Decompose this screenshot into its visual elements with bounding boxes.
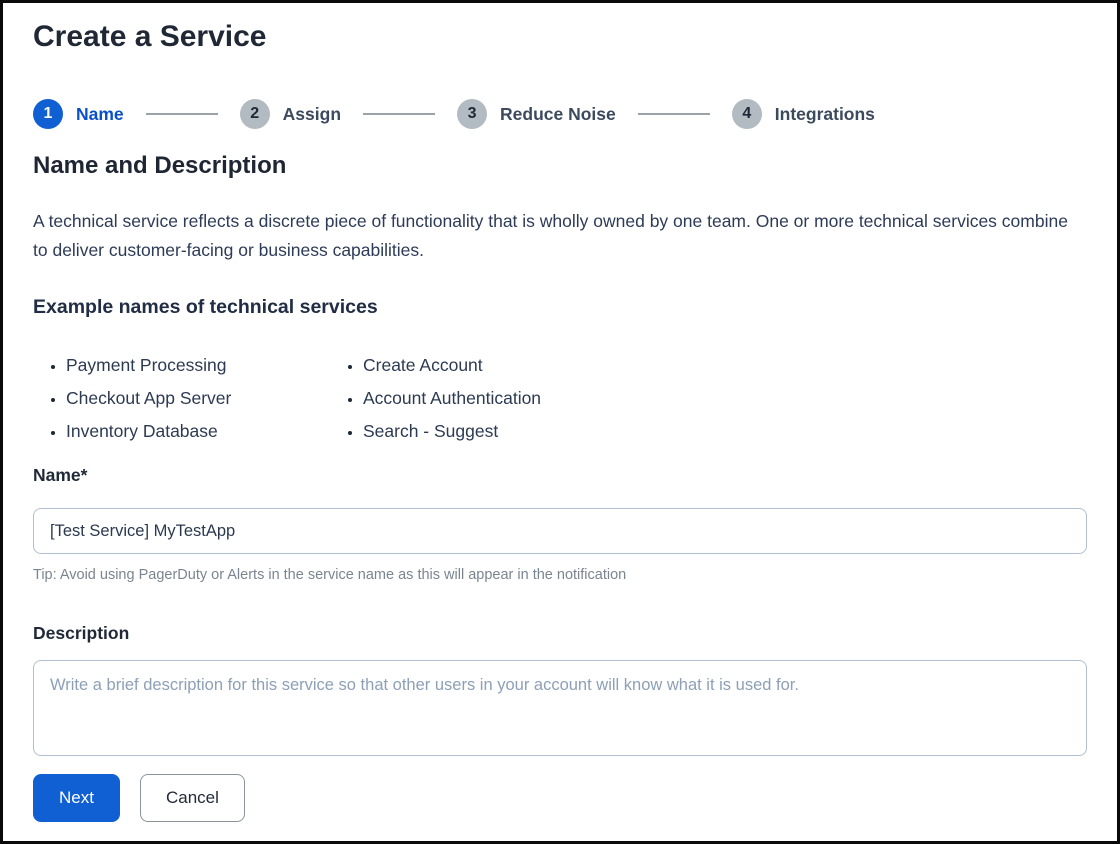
name-tip: Tip: Avoid using PagerDuty or Alerts in …	[33, 566, 1087, 584]
list-item: Search - Suggest	[363, 415, 541, 448]
step-integrations: 4 Integrations	[732, 99, 875, 129]
step-2-label: Assign	[283, 104, 341, 125]
step-connector	[146, 113, 218, 115]
step-2-circle: 2	[240, 99, 270, 129]
examples-heading: Example names of technical services	[33, 295, 1087, 319]
page-title: Create a Service	[33, 19, 1087, 55]
list-item: Account Authentication	[363, 382, 541, 415]
step-4-circle: 4	[732, 99, 762, 129]
step-1-circle: 1	[33, 99, 63, 129]
list-item: Create Account	[363, 349, 541, 382]
cancel-button[interactable]: Cancel	[140, 774, 245, 822]
service-name-input[interactable]	[33, 508, 1087, 554]
list-item: Checkout App Server	[66, 382, 300, 415]
examples-list: Payment Processing Checkout App Server I…	[33, 349, 1087, 448]
name-label: Name*	[33, 464, 1087, 486]
list-item: Payment Processing	[66, 349, 300, 382]
step-4-label: Integrations	[775, 104, 875, 125]
section-heading: Name and Description	[33, 151, 1087, 181]
create-service-page: Create a Service 1 Name 2 Assign 3 Reduc…	[3, 3, 1117, 841]
step-name: 1 Name	[33, 99, 124, 129]
list-item: Inventory Database	[66, 415, 300, 448]
next-button[interactable]: Next	[33, 774, 120, 822]
form-actions: Next Cancel	[33, 774, 1087, 822]
examples-column-1: Payment Processing Checkout App Server I…	[46, 349, 300, 448]
section-intro: A technical service reflects a discrete …	[33, 207, 1078, 265]
step-3-circle: 3	[457, 99, 487, 129]
examples-column-2: Create Account Account Authentication Se…	[343, 349, 541, 448]
service-description-textarea[interactable]	[33, 660, 1087, 756]
step-1-label: Name	[76, 104, 124, 125]
step-3-label: Reduce Noise	[500, 104, 616, 125]
step-reduce-noise: 3 Reduce Noise	[457, 99, 616, 129]
step-connector	[638, 113, 710, 115]
description-label: Description	[33, 622, 1087, 644]
wizard-stepper: 1 Name 2 Assign 3 Reduce Noise 4 Integra…	[33, 99, 1087, 129]
step-assign: 2 Assign	[240, 99, 341, 129]
step-connector	[363, 113, 435, 115]
